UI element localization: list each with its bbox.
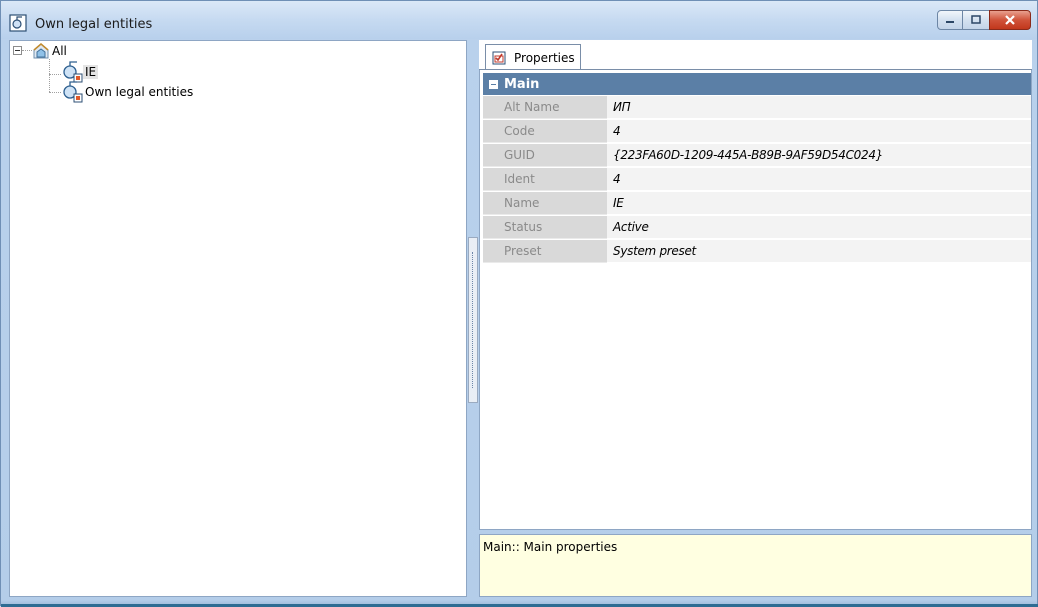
main-window: Own legal entities All IE Own legal enti… (0, 0, 1038, 607)
property-row-code[interactable]: Code 4 (483, 120, 1031, 144)
tree-item-label: IE (83, 65, 99, 79)
close-icon (1005, 15, 1015, 25)
property-row-alt-name[interactable]: Alt Name ИП (483, 96, 1031, 120)
maximize-button[interactable] (963, 10, 989, 30)
properties-check-icon (492, 51, 506, 64)
entity-node-icon (63, 81, 83, 103)
property-value[interactable]: System preset (607, 240, 1031, 263)
property-name: Preset (483, 240, 607, 263)
title-bar[interactable]: Own legal entities (1, 1, 1037, 39)
tab-properties[interactable]: Properties (485, 44, 581, 70)
minimize-icon (946, 21, 954, 23)
description-panel: Main:: Main properties (479, 534, 1032, 597)
description-text: Main:: Main properties (483, 540, 618, 554)
tree-item-ie[interactable]: IE (61, 61, 99, 83)
maximize-icon (971, 15, 981, 24)
tree-panel[interactable] (9, 40, 467, 597)
collapse-category-icon[interactable] (489, 79, 498, 89)
house-cube-icon (33, 43, 49, 59)
property-name: Status (483, 216, 607, 239)
tree-item-all[interactable]: All (32, 42, 69, 60)
legal-entity-icon (9, 14, 27, 32)
property-name: Ident (483, 168, 607, 191)
tab-label: Properties (514, 50, 575, 65)
property-name: Code (483, 120, 607, 143)
tab-strip: Properties (479, 40, 1032, 70)
property-row-status[interactable]: Status Active (483, 216, 1031, 240)
category-main[interactable]: Main (483, 73, 1031, 95)
close-button[interactable] (989, 10, 1031, 30)
property-value[interactable]: Active (607, 216, 1031, 239)
property-row-guid[interactable]: GUID {223FA60D-1209-445A-B89B-9AF59D54C0… (483, 144, 1031, 168)
category-label: Main (504, 76, 540, 92)
tree-collapse-toggle[interactable] (13, 46, 22, 55)
property-value[interactable]: ИП (607, 96, 1031, 119)
property-row-preset[interactable]: Preset System preset (483, 240, 1031, 264)
property-row-name[interactable]: Name IE (483, 192, 1031, 216)
window-controls (937, 10, 1031, 34)
property-grid[interactable]: Main Alt Name ИП Code 4 GUID {223FA60D-1… (479, 70, 1032, 530)
minimize-button[interactable] (937, 10, 963, 30)
property-value[interactable]: 4 (607, 168, 1031, 191)
property-row-ident[interactable]: Ident 4 (483, 168, 1031, 192)
property-name: Name (483, 192, 607, 215)
tree-item-own-legal-entities[interactable]: Own legal entities (61, 81, 195, 103)
tree-item-label: All (52, 44, 67, 58)
property-value[interactable]: {223FA60D-1209-445A-B89B-9AF59D54C024} (607, 144, 1031, 167)
pane-splitter[interactable] (468, 237, 478, 403)
property-value[interactable]: IE (607, 192, 1031, 215)
tree-item-label: Own legal entities (85, 85, 194, 99)
entity-node-icon (63, 61, 83, 83)
window-title: Own legal entities (35, 17, 153, 32)
property-value[interactable]: 4 (607, 120, 1031, 143)
property-name: Alt Name (483, 96, 607, 119)
property-name: GUID (483, 144, 607, 167)
